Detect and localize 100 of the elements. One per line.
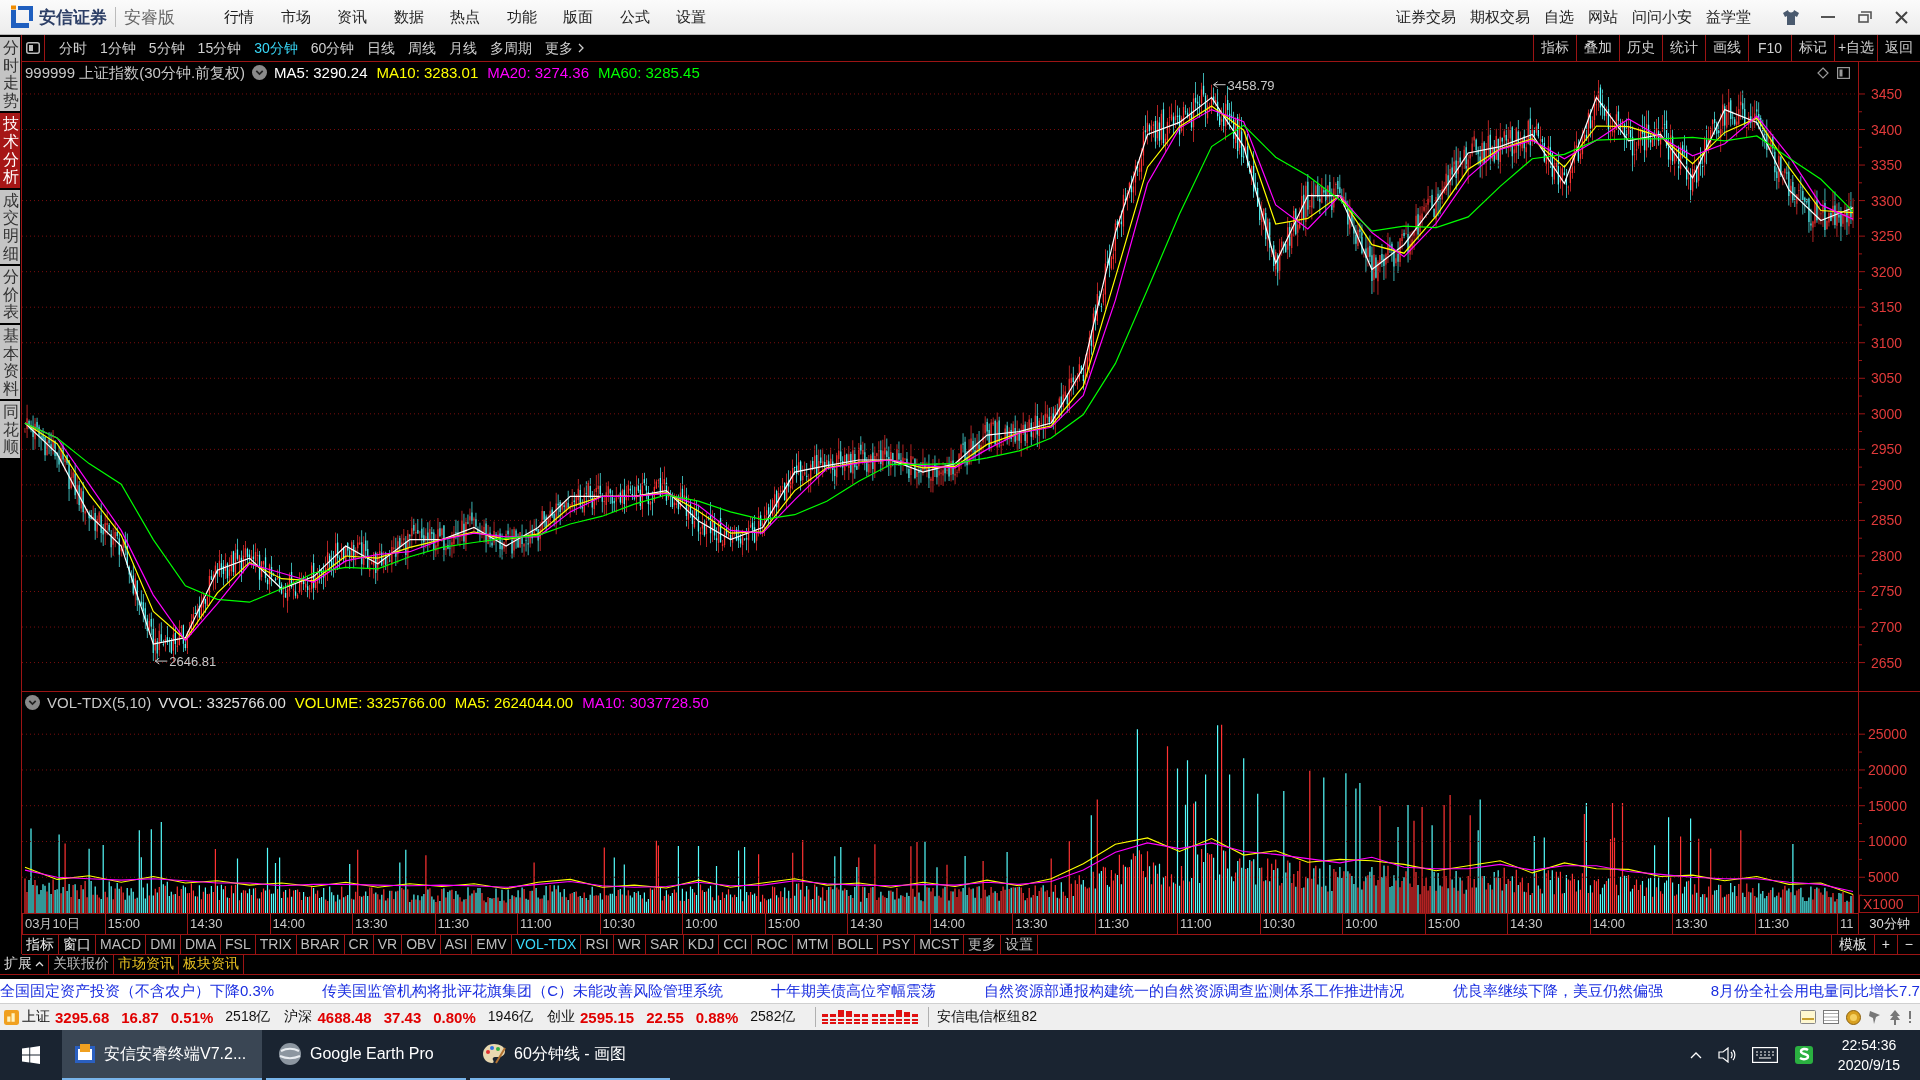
side-tab[interactable]: 分价表 [0,266,20,323]
period-tab[interactable]: 30分钟 [254,38,298,58]
indicator-tab[interactable]: RSI [581,935,614,954]
windows-logo-icon[interactable] [22,1046,40,1064]
indicator-tab[interactable]: DMI [146,935,181,954]
toolbar-button[interactable]: − [1896,935,1920,954]
side-tab[interactable]: 同花顺 [0,401,20,459]
indicator-tab[interactable]: 更多 [963,935,1001,954]
indicator-tab[interactable]: SAR [646,935,684,954]
indicator-tab[interactable]: ROC [752,935,793,954]
menu-item[interactable]: 功能 [493,6,550,28]
coin-icon[interactable] [1846,1009,1861,1025]
window-icon[interactable] [1823,1010,1839,1024]
toolbar-button[interactable]: F10 [1748,35,1791,61]
indicator-tab[interactable]: VOL-TDX [511,935,582,954]
toolbar-button[interactable]: +自选 [1834,35,1877,61]
toolbar-button[interactable]: 历史 [1619,35,1662,61]
indicator-tab[interactable]: FSL [221,935,256,954]
menu-item[interactable]: 行情 [211,6,268,28]
indicator-tab[interactable]: WR [613,935,647,954]
news-link[interactable]: 传美国监管机构将批评花旗集团（C）未能改善风险管理系统 [322,981,724,1001]
news-link[interactable]: 全国固定资产投资（不含农户）下降0.3% [0,981,275,1001]
minimize-icon[interactable] [1820,16,1835,18]
sidebar-toggle-icon[interactable] [26,42,40,54]
toolbar-button[interactable]: 叠加 [1576,35,1619,61]
side-tab[interactable]: 分时走势 [0,37,20,112]
indicator-tab[interactable]: BRAR [296,935,345,954]
period-tab[interactable]: 月线 [449,38,478,58]
tree-icon[interactable] [1889,1009,1901,1025]
toolbar-button[interactable]: 统计 [1662,35,1705,61]
chart-tile-icon[interactable] [4,1009,19,1025]
toolbar-button[interactable]: 返回 [1877,35,1920,61]
indicator-tab[interactable]: 窗口 [59,935,96,954]
info-tab[interactable]: 市场资讯 [114,954,179,974]
indicator-tab[interactable]: CR [344,935,374,954]
news-link[interactable]: 十年期美债高位窄幅震荡 [771,981,937,1001]
menu-link[interactable]: 问问小安 [1632,6,1692,28]
indicator-tab[interactable]: PSY [878,935,916,954]
indicator-tab[interactable]: OBV [402,935,441,954]
menu-link[interactable]: 益学堂 [1706,6,1751,28]
indicator-tab[interactable]: BOLL [833,935,879,954]
menu-item[interactable]: 热点 [437,6,494,28]
diamond-icon[interactable] [1817,66,1829,79]
toolbar-button[interactable]: 指标 [1533,35,1576,61]
indicator-tab[interactable]: MACD [96,935,147,954]
period-tab[interactable]: 1分钟 [100,38,136,58]
dropdown-circle-icon[interactable] [252,65,268,80]
news-link[interactable]: 自然资源部通报构建统一的自然资源调查监测体系工作推进情况 [984,981,1405,1001]
taskbar-app[interactable]: 安信安睿终端V7.2... [62,1030,262,1080]
side-tab[interactable]: 技术分析 [0,113,20,188]
menu-link[interactable]: 证券交易 [1396,6,1456,28]
indicator-tab[interactable]: TRIX [255,935,297,954]
restore-icon[interactable] [1857,11,1872,23]
speaker-icon[interactable] [1718,1047,1736,1063]
menu-item[interactable]: 设置 [663,6,720,28]
exclamation-icon[interactable] [1908,1011,1912,1023]
side-tab[interactable]: 基本资料 [0,324,20,400]
taskbar-app[interactable]: Google Earth Pro [266,1030,466,1080]
indicator-tab[interactable]: DMA [180,935,222,954]
period-tab[interactable]: 15分钟 [197,38,242,58]
indicator-tab[interactable]: CCI [719,935,753,954]
indicator-tab[interactable]: ASI [440,935,473,954]
menu-link[interactable]: 自选 [1544,6,1574,28]
news-link[interactable]: 优良率继续下降，美豆仍然偏强 [1452,981,1663,1001]
toolbar-button[interactable]: + [1873,935,1897,954]
indicator-tab[interactable]: MCST [915,935,964,954]
menu-item[interactable]: 公式 [606,6,663,28]
period-tab[interactable]: 多周期 [490,38,533,58]
menu-item[interactable]: 数据 [380,6,437,28]
period-tab[interactable]: 周线 [408,38,437,58]
menu-item[interactable]: 版面 [550,6,607,28]
side-tab[interactable]: 成交明细 [0,189,20,265]
more-button[interactable]: 更多 [545,38,585,58]
menu-item[interactable]: 资讯 [324,6,381,28]
taskbar-app[interactable]: 60分钟线 - 画图 [470,1030,670,1080]
indicator-tab[interactable]: 设置 [1000,935,1038,954]
indicator-tab[interactable]: EMV [472,935,512,954]
close-icon[interactable] [1895,10,1908,24]
toolbar-button[interactable]: 画线 [1705,35,1748,61]
indicator-tab[interactable]: KDJ [683,935,720,954]
toolbar-button[interactable]: 模板 [1830,935,1874,954]
chevron-up-icon[interactable] [1690,1051,1702,1059]
menu-link[interactable]: 期权交易 [1470,6,1530,28]
panel-icon[interactable] [1837,66,1850,79]
indicator-tab[interactable]: VR [373,935,403,954]
indicator-tab[interactable]: MTM [792,935,834,954]
period-tab[interactable]: 日线 [367,38,396,58]
pin-icon[interactable] [1868,1009,1882,1025]
news-link[interactable]: 8月份全社会用电量同比增长7.7 [1710,981,1920,1001]
period-tab[interactable]: 5分钟 [148,38,185,58]
dropdown-circle-icon[interactable] [25,695,40,710]
keyboard-icon[interactable] [1752,1047,1778,1063]
info-tab[interactable]: 板块资讯 [179,954,244,974]
info-tab[interactable]: 关联报价 [49,954,114,974]
indicator-tab[interactable]: 指标 [22,935,59,954]
menu-item[interactable]: 市场 [267,6,324,28]
note-icon[interactable] [1800,1010,1816,1024]
shirt-icon[interactable] [1782,9,1799,25]
toolbar-button[interactable]: 标记 [1791,35,1834,61]
menu-link[interactable]: 网站 [1588,6,1618,28]
